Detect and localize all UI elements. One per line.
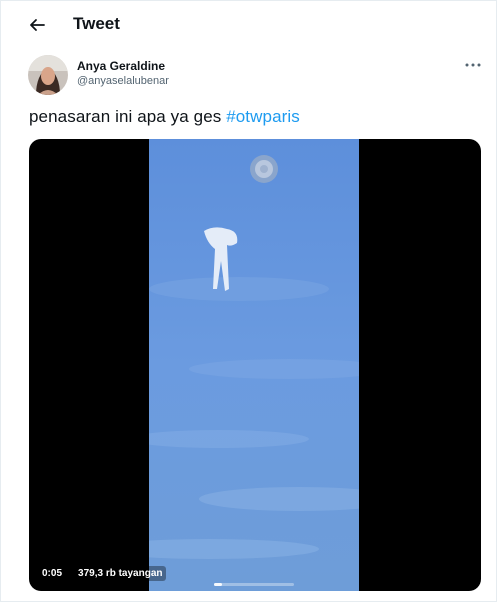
tweet-page: Tweet Anya Geraldine @anyaselalubenar pe… (0, 0, 497, 602)
video-progress[interactable] (214, 583, 294, 586)
avatar[interactable] (28, 55, 68, 95)
video-frame (149, 139, 359, 591)
page-title: Tweet (73, 14, 120, 33)
author-handle[interactable]: @anyaselalubenar (77, 75, 169, 87)
video-progress-fill (214, 583, 222, 586)
video-time: 0:05 (39, 565, 66, 581)
more-horizontal-icon (465, 63, 481, 67)
hashtag-link[interactable]: #otwparis (226, 107, 300, 126)
video-still (149, 139, 359, 591)
more-button[interactable] (461, 55, 485, 75)
avatar-image (28, 55, 68, 95)
page-header: Tweet (1, 1, 499, 49)
author-name[interactable]: Anya Geraldine (77, 59, 165, 73)
video-info: 0:05 379,3 rb tayangan (39, 563, 166, 583)
video-views: 379,3 rb tayangan (75, 565, 166, 581)
tweet-text: penasaran ini apa ya ges #otwparis (29, 107, 300, 127)
tweet-text-body: penasaran ini apa ya ges (29, 107, 227, 126)
back-button[interactable] (23, 11, 51, 39)
video-player[interactable]: 0:05 379,3 rb tayangan (29, 139, 481, 591)
arrow-left-icon (30, 19, 45, 31)
